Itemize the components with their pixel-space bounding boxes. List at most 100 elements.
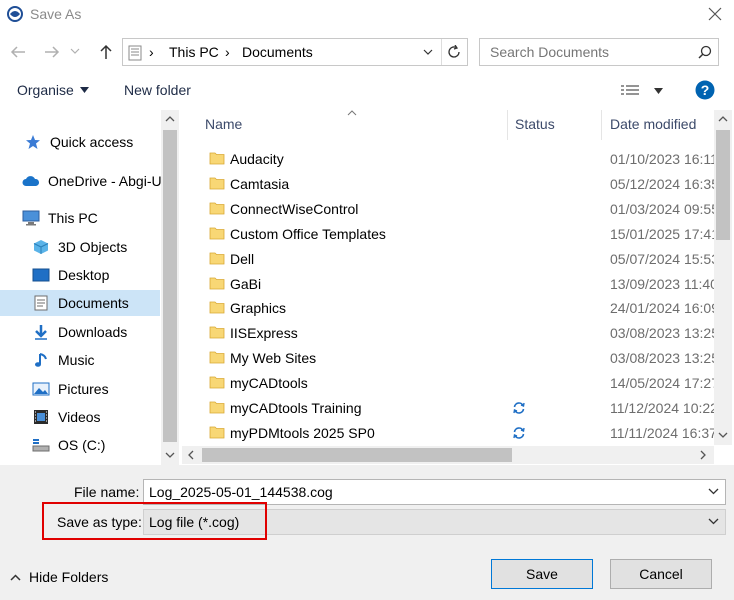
file-list-vertical-scrollbar[interactable] [714,110,732,445]
file-name: myCADtools [230,375,308,392]
caret-down-icon [654,88,663,94]
file-date-modified: 01/10/2023 16:11 [610,151,714,167]
column-status[interactable]: Status [515,116,555,132]
file-list-scroll-thumb[interactable] [716,130,730,240]
nav-music[interactable]: Music [0,347,160,373]
nav-videos[interactable]: Videos [0,404,160,430]
folder-icon [209,176,225,190]
hide-folders-button[interactable]: Hide Folders [10,569,108,585]
file-name: IISExpress [230,325,298,342]
folder-icon [209,425,225,439]
file-name: GaBi [230,275,262,292]
scroll-right-icon [700,450,706,460]
arrow-up-icon [100,44,112,59]
chevron-down-icon [708,518,719,525]
highlight-annotation-box [42,502,267,540]
file-row[interactable]: Audacity 01/10/2023 16:11 [200,147,714,172]
file-row[interactable]: ConnectWiseControl 01/03/2024 09:55 [200,197,714,222]
breadcrumb-documents[interactable]: Documents [242,44,313,60]
breadcrumb-this-pc[interactable]: This PC [169,44,219,60]
pictures-icon [32,380,50,398]
cloud-icon [22,172,40,190]
column-divider[interactable] [601,110,602,140]
app-icon [6,5,24,23]
search-input[interactable]: Search Documents [490,44,609,60]
new-folder-button[interactable]: New folder [124,82,191,98]
scroll-up-icon [718,116,728,122]
nav-desktop[interactable]: Desktop [0,262,160,288]
nav-this-pc[interactable]: This PC [0,205,160,231]
breadcrumb-separator: › [225,44,230,60]
divider [441,39,442,65]
file-date-modified: 01/03/2024 09:55 [610,200,714,217]
file-row[interactable]: My Web Sites 03/08/2023 13:25 [200,346,714,371]
sync-pending-icon [512,401,526,415]
sort-ascending-icon [347,110,357,116]
file-row[interactable]: GaBi 13/09/2023 11:40 [200,272,714,297]
file-name: Custom Office Templates [230,225,386,242]
nav-scroll-thumb[interactable] [163,130,177,442]
folder-icon [209,300,225,314]
file-row[interactable]: myCADtools 14/05/2024 17:27 [200,371,714,396]
file-name: Dell [230,250,255,267]
nav-3d-objects[interactable]: 3D Objects [0,234,160,260]
file-name-input[interactable]: Log_2025-05-01_144538.cog [149,484,333,500]
desktop-icon [32,266,50,284]
file-list-horizontal-scrollbar[interactable] [182,446,714,464]
back-button[interactable] [6,40,30,64]
folder-icon [209,251,225,265]
recent-locations-button[interactable] [70,48,80,54]
chevron-down-icon [708,488,719,495]
nav-pictures[interactable]: Pictures [0,376,160,402]
view-options-button[interactable] [620,84,663,98]
breadcrumb-separator: › [149,44,154,60]
column-divider[interactable] [507,110,508,140]
scroll-left-icon [188,450,194,460]
column-name[interactable]: Name [205,116,242,132]
file-row[interactable]: Dell 05/07/2024 15:53 [200,247,714,272]
nav-quick-access[interactable]: Quick access [0,129,160,155]
folder-icon [209,151,225,165]
folder-path-icon [128,45,142,61]
file-row[interactable]: Camtasia 05/12/2024 16:35 [200,172,714,197]
nav-scrollbar[interactable] [161,110,179,465]
close-button[interactable] [702,2,728,26]
column-date-modified[interactable]: Date modified [610,116,696,132]
help-button[interactable]: ? [695,80,715,100]
organise-menu[interactable]: Organise [17,82,89,98]
file-row[interactable]: Custom Office Templates 15/01/2025 17:41 [200,222,714,247]
up-button[interactable] [94,40,118,64]
search-box[interactable]: Search Documents [479,38,719,66]
address-bar[interactable]: › This PC › Documents [122,38,468,66]
file-date-modified: 03/08/2023 13:25 [610,325,714,342]
caret-down-icon [79,87,89,93]
folder-icon [209,201,225,215]
chevron-down-icon [70,48,80,54]
nav-os-drive[interactable]: OS (C:) [0,432,160,458]
file-date-modified: 14/05/2024 17:27 [610,375,714,392]
file-row[interactable]: IISExpress 03/08/2023 13:25 [200,321,714,346]
search-icon [698,45,712,59]
document-icon [32,294,50,312]
video-icon [32,408,50,426]
file-row[interactable]: myPDMtools 2025 SP0 11/11/2024 16:37 [200,421,714,446]
save-button[interactable]: Save [491,559,593,589]
title-bar [0,0,734,30]
file-row[interactable]: myCADtools Training 11/12/2024 10:22 [200,396,714,421]
nav-onedrive[interactable]: OneDrive - Abgi-U [0,168,162,194]
scroll-down-icon [718,432,728,438]
forward-button[interactable] [40,40,64,64]
file-row[interactable]: Graphics 24/01/2024 16:09 [200,296,714,321]
file-date-modified: 13/09/2023 11:40 [610,275,714,292]
file-name-label: File name: [74,484,140,500]
file-name: Graphics [230,300,287,317]
help-icon: ? [695,80,715,100]
nav-documents[interactable]: Documents [0,290,160,316]
chevron-down-icon [423,49,433,55]
horizontal-scroll-thumb[interactable] [202,448,512,462]
close-icon [708,7,722,21]
file-date-modified: 03/08/2023 13:25 [610,350,714,367]
cancel-button[interactable]: Cancel [610,559,712,589]
scroll-down-icon [165,452,175,458]
nav-downloads[interactable]: Downloads [0,319,160,345]
